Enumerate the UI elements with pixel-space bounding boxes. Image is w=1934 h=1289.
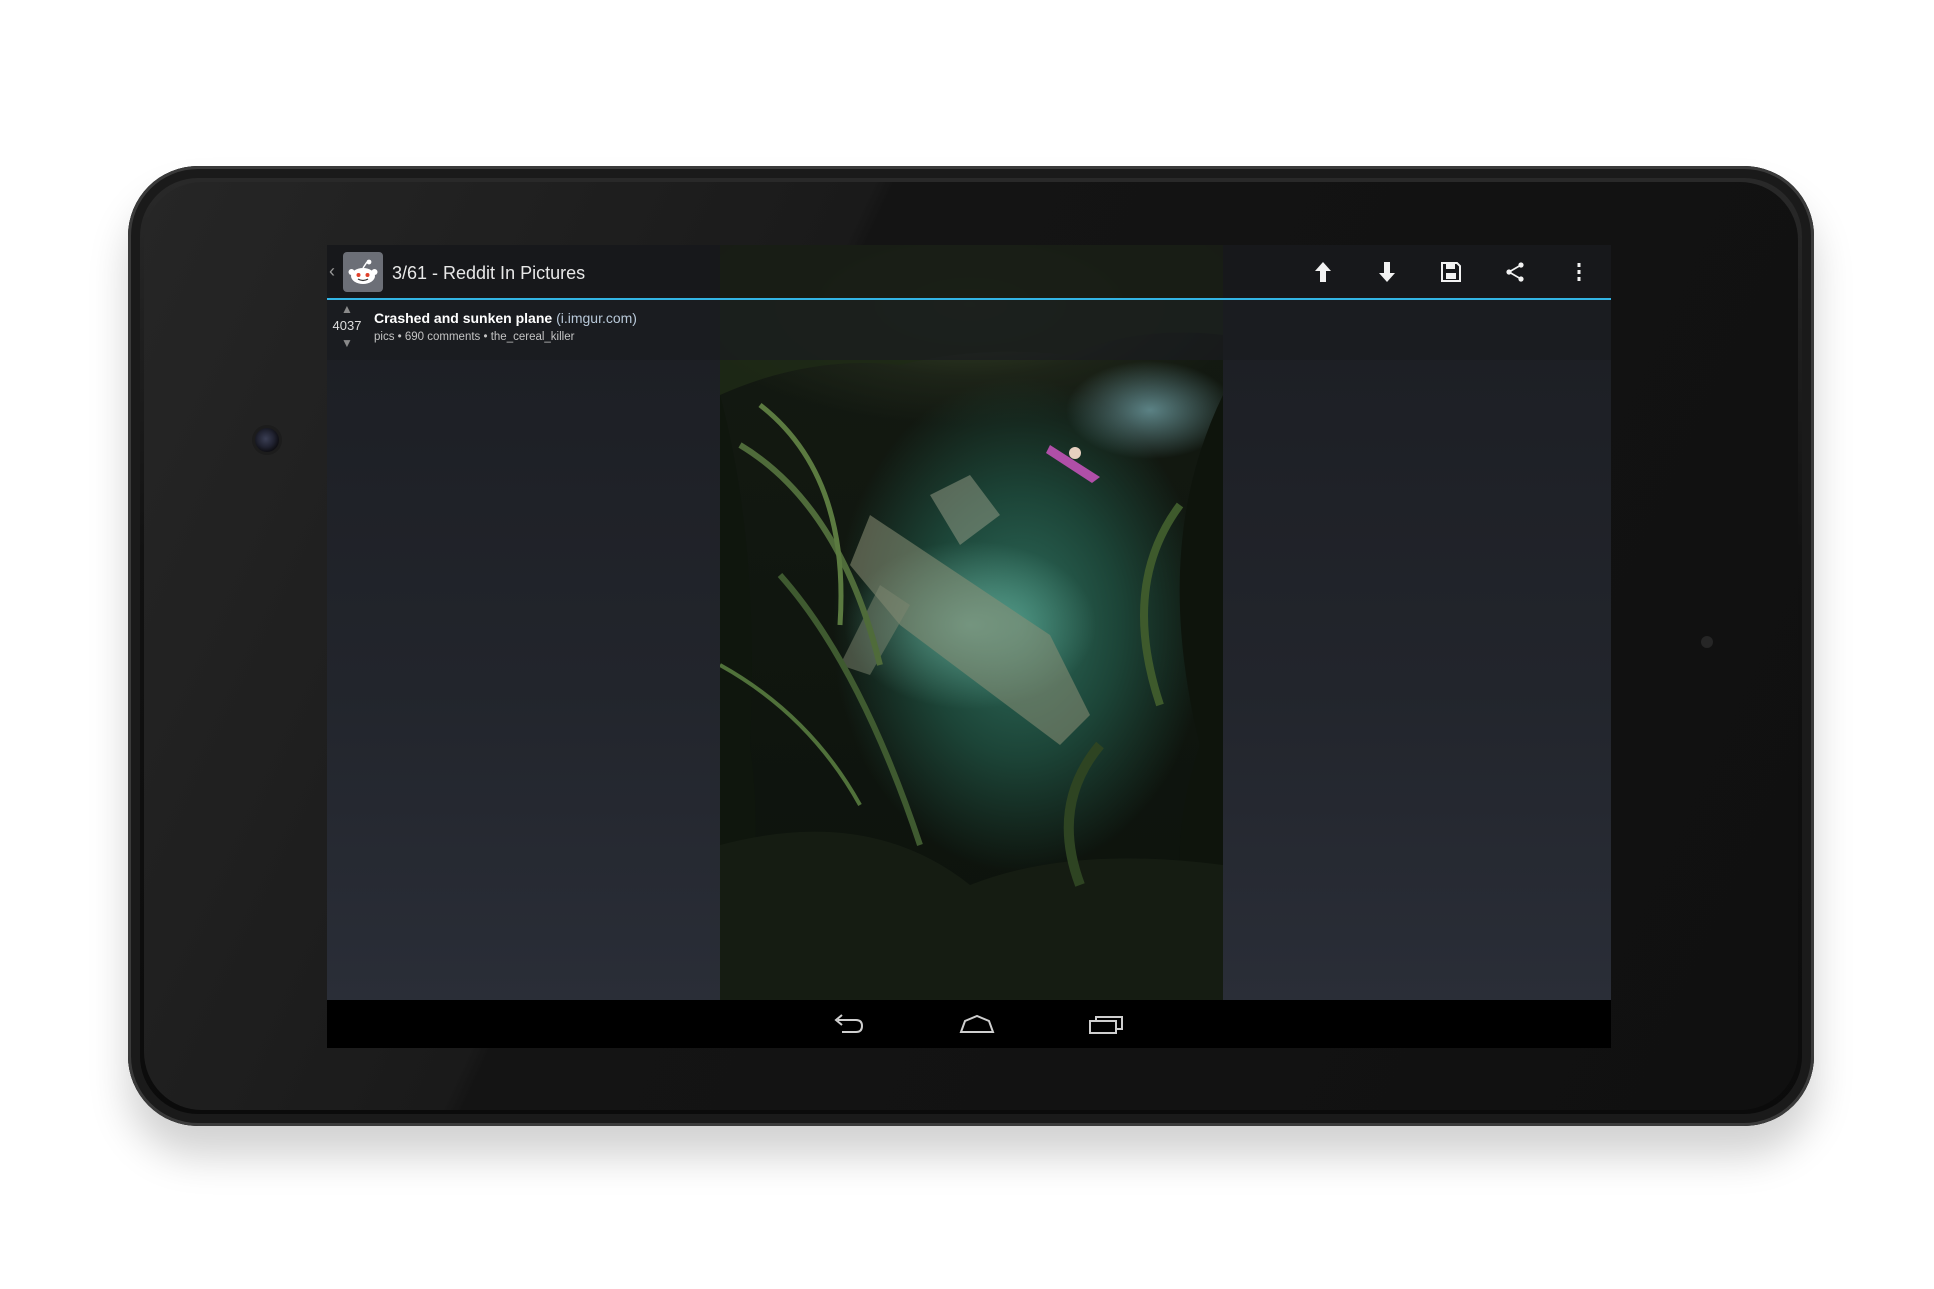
post-meta: pics • 690 comments • the_cereal_killer bbox=[374, 331, 575, 343]
post-title-line[interactable]: Crashed and sunken plane (i.imgur.com) bbox=[374, 310, 637, 326]
system-navigation-bar bbox=[327, 1000, 1611, 1048]
post-header: ▲ 4037 ▼ Crashed and sunken plane (i.img… bbox=[327, 300, 1611, 360]
downvote-small-icon[interactable]: ▼ bbox=[329, 336, 365, 350]
action-bar-title: 3/61 - Reddit In Pictures bbox=[392, 263, 586, 283]
downvote-arrow-icon bbox=[1379, 261, 1395, 282]
back-icon bbox=[834, 1014, 864, 1033]
app-logo[interactable] bbox=[343, 252, 383, 292]
downvote-button[interactable] bbox=[1355, 245, 1419, 298]
action-bar-actions bbox=[1291, 245, 1611, 298]
front-camera bbox=[255, 428, 279, 452]
recent-apps-button[interactable] bbox=[1082, 1010, 1130, 1038]
home-button[interactable] bbox=[953, 1010, 1001, 1038]
post-title[interactable]: Crashed and sunken plane bbox=[374, 310, 552, 326]
share-button[interactable] bbox=[1483, 245, 1547, 298]
upvote-arrow-icon bbox=[1315, 261, 1331, 282]
action-bar: ‹ 3/61 - Reddit In Pictures bbox=[327, 245, 1611, 300]
upvote-small-icon[interactable]: ▲ bbox=[329, 302, 365, 316]
vote-widget: ▲ 4037 ▼ bbox=[329, 302, 365, 350]
save-button[interactable] bbox=[1419, 245, 1483, 298]
overflow-menu-button[interactable] bbox=[1547, 245, 1611, 298]
home-icon bbox=[959, 1014, 995, 1033]
save-icon bbox=[1441, 261, 1461, 282]
up-caret-icon[interactable]: ‹ bbox=[329, 261, 335, 282]
recent-apps-icon bbox=[1089, 1016, 1123, 1034]
overflow-menu-icon bbox=[1577, 262, 1581, 281]
light-sensor bbox=[1701, 636, 1713, 648]
share-icon bbox=[1506, 261, 1524, 282]
device-screen: ‹ 3/61 - Reddit In Pictures ▲ 4037 ▼ Cra… bbox=[327, 245, 1611, 1048]
back-button[interactable] bbox=[824, 1010, 872, 1038]
post-score: 4037 bbox=[332, 318, 362, 333]
post-domain: (i.imgur.com) bbox=[556, 310, 637, 326]
upvote-button[interactable] bbox=[1291, 245, 1355, 298]
reddit-alien-icon bbox=[348, 259, 378, 284]
